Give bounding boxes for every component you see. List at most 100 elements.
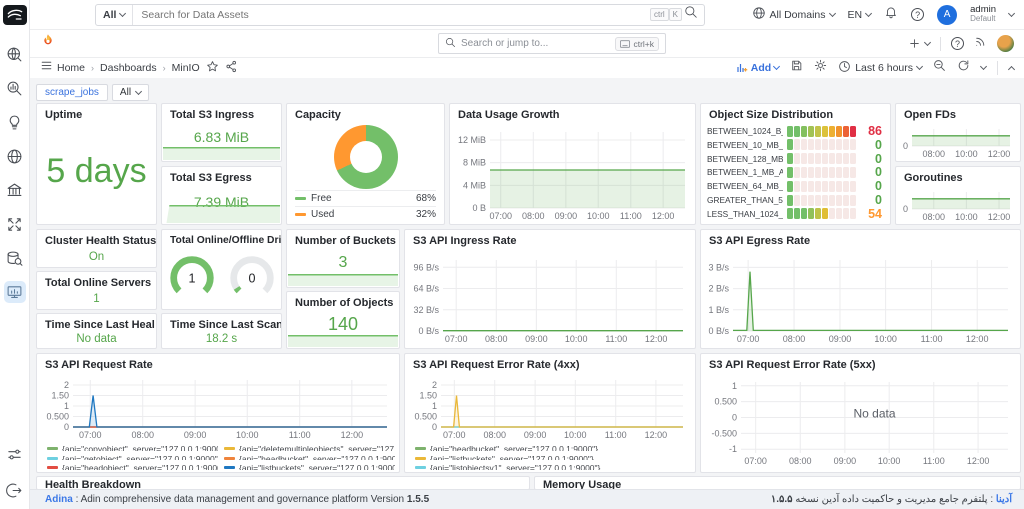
legend-item[interactable]: {api="headbucket", server="127.0.0.1:900…	[415, 444, 691, 451]
data-usage-growth-chart[interactable]: 07:0008:0009:0010:0011:0012:000 B4 MiB8 …	[454, 128, 691, 221]
favorite-star-icon[interactable]	[206, 60, 219, 76]
panel-title[interactable]: Open FDs	[896, 104, 1020, 121]
panel-title[interactable]: S3 API Request Error Rate (5xx)	[701, 354, 1020, 371]
footer-brand[interactable]: Adina	[45, 494, 73, 505]
panel-title[interactable]: Number of Buckets	[287, 230, 399, 247]
menu-hamburger-icon[interactable]	[40, 59, 53, 77]
s3-request-rate-chart[interactable]: 07:0008:0009:0010:0011:0012:0000.50011.5…	[43, 376, 393, 440]
preferences-sliders-icon[interactable]	[4, 443, 26, 465]
goroutines-chart[interactable]: 08:0010:0012:000	[900, 188, 1016, 222]
new-plus-button[interactable]	[908, 37, 930, 50]
svg-text:07:00: 07:00	[489, 211, 512, 221]
app-logo[interactable]	[3, 5, 27, 25]
legend-item[interactable]: {api="headbucket", server="127.0.0.1:900…	[224, 454, 395, 461]
search-input[interactable]	[133, 9, 650, 21]
panel-title[interactable]: Capacity	[287, 104, 444, 121]
panel-title[interactable]: Goroutines	[896, 167, 1020, 184]
bargauge-cell	[808, 195, 814, 206]
panel-title[interactable]: Time Since Last Scan	[162, 314, 281, 331]
panel-title[interactable]: S3 API Request Error Rate (4xx)	[405, 354, 695, 371]
shortcut-badge: ctrl+k	[615, 37, 659, 51]
legend-row-free[interactable]: Free68%	[295, 190, 436, 206]
time-range-picker[interactable]: Last 6 hours	[838, 60, 922, 76]
language-select[interactable]: EN	[848, 9, 872, 21]
breadcrumb-home[interactable]: Home	[57, 62, 85, 74]
collapse-chevron-up-icon[interactable]	[1008, 65, 1015, 72]
refresh-icon[interactable]	[957, 59, 970, 77]
legend-item[interactable]: {api="copyobject", server="127.0.0.1:900…	[47, 444, 218, 451]
panel-title[interactable]: S3 API Egress Rate	[701, 230, 1020, 247]
s3-egress-rate-chart[interactable]: 07:0008:0009:0010:0011:0012:000 B/s1 B/s…	[707, 256, 1014, 344]
open-fds-chart[interactable]: 08:0010:0012:000	[900, 125, 1016, 159]
legend-item[interactable]: {api="listbuckets", server="127.0.0.1:90…	[415, 454, 691, 461]
dashboard-settings-gear-icon[interactable]	[814, 59, 827, 77]
legend-item[interactable]: {api="listobjectsv1", server="127.0.0.1:…	[415, 463, 691, 470]
web-globe-icon[interactable]	[4, 145, 26, 167]
share-icon[interactable]	[225, 60, 238, 76]
bargauge-cell	[850, 181, 856, 192]
svg-text:12:00: 12:00	[988, 149, 1011, 159]
panel-title[interactable]: Number of Objects	[287, 292, 399, 309]
refresh-interval-chevron-icon[interactable]	[980, 63, 987, 70]
chart-svg: 08:0010:0012:000	[900, 188, 1016, 222]
monitoring-dashboard-icon[interactable]	[4, 281, 26, 303]
grafana-logo-icon[interactable]	[40, 33, 56, 54]
user-role: Default	[970, 15, 996, 23]
capacity-donut-chart[interactable]	[334, 125, 398, 189]
panel-s3-api-error-4xx: S3 API Request Error Rate (4xx) 07:0008:…	[404, 353, 696, 473]
logout-icon[interactable]	[4, 479, 26, 501]
panel-title[interactable]: S3 API Ingress Rate	[405, 230, 695, 247]
bargauge-bar	[787, 208, 856, 219]
search-icon[interactable]	[684, 5, 698, 24]
error-5xx-chart[interactable]: 07:0008:0009:0010:0011:0012:00-1-0.50000…	[707, 378, 1014, 466]
notifications-bell-icon[interactable]	[884, 5, 898, 24]
user-menu-chevron-icon[interactable]	[1008, 9, 1015, 16]
variable-scrape-jobs-value[interactable]: All	[112, 84, 149, 101]
bargauge-cell	[822, 181, 828, 192]
free-swatch-icon	[295, 197, 306, 200]
panel-title[interactable]: Data Usage Growth	[450, 104, 695, 121]
help-icon[interactable]: ?	[911, 8, 924, 21]
legend-item[interactable]: {api="deletemultipleobjects", server="12…	[224, 444, 395, 451]
panel-title[interactable]: Cluster Health Status	[37, 230, 156, 247]
save-dashboard-icon[interactable]	[790, 59, 803, 77]
governance-bank-icon[interactable]	[4, 179, 26, 201]
grafana-bar-right: ?	[908, 35, 1024, 53]
legend-row-used[interactable]: Used32%	[295, 206, 436, 222]
panel-title[interactable]: S3 API Request Rate	[37, 354, 399, 371]
panel-title[interactable]: Total Online/Offline Drives	[162, 230, 281, 246]
news-rss-icon[interactable]	[974, 35, 987, 53]
online-drives-gauge[interactable]: 1	[165, 252, 219, 300]
add-panel-button[interactable]: Add	[736, 62, 779, 74]
panel-title[interactable]: Uptime	[37, 104, 156, 121]
panel-title[interactable]: Total Online Servers	[37, 272, 156, 289]
data-search-icon[interactable]	[4, 247, 26, 269]
discovery-search-icon[interactable]	[4, 43, 26, 65]
search-scope-select[interactable]: All	[96, 5, 133, 25]
variable-scrape-jobs-label[interactable]: scrape_jobs	[36, 84, 108, 101]
object-size-bargauge[interactable]: BETWEEN_1024_B_A...86BETWEEN_10_MB_A...0…	[707, 125, 882, 220]
legend-item[interactable]: {api="headobject", server="127.0.0.1:900…	[47, 463, 218, 470]
panel-title[interactable]: Total S3 Egress	[162, 167, 281, 184]
insights-bulb-icon[interactable]	[4, 111, 26, 133]
grafana-search[interactable]: Search or jump to... ctrl+k	[438, 33, 666, 54]
legend-item[interactable]: {api="listbuckets", server="127.0.0.1:90…	[224, 463, 395, 470]
domains-select[interactable]: All Domains	[752, 6, 835, 23]
error-4xx-chart[interactable]: 07:0008:0009:0010:0011:0012:0000.50011.5…	[411, 376, 689, 440]
footer-brand-rtl[interactable]: آدینا	[996, 494, 1012, 505]
panel-title[interactable]: Total S3 Ingress	[162, 104, 281, 121]
panel-title[interactable]: Time Since Last Heal	[37, 314, 156, 331]
s3-ingress-rate-chart[interactable]: 07:0008:0009:0010:0011:0012:000 B/s32 B/…	[411, 256, 689, 344]
user-info[interactable]: admin Default	[970, 5, 996, 23]
breadcrumb-dashboards[interactable]: Dashboards	[100, 62, 157, 74]
zoom-out-icon[interactable]	[933, 59, 946, 77]
svg-text:11:00: 11:00	[923, 456, 945, 466]
explore-chart-icon[interactable]	[4, 77, 26, 99]
offline-drives-gauge[interactable]: 0	[225, 252, 279, 300]
grafana-help-icon[interactable]: ?	[951, 37, 964, 50]
legend-item[interactable]: {api="getobject", server="127.0.0.1:9000…	[47, 454, 218, 461]
grafana-avatar[interactable]	[997, 35, 1014, 52]
panel-title[interactable]: Object Size Distribution	[701, 104, 890, 121]
integration-icon[interactable]	[4, 213, 26, 235]
user-avatar[interactable]: A	[937, 5, 957, 25]
